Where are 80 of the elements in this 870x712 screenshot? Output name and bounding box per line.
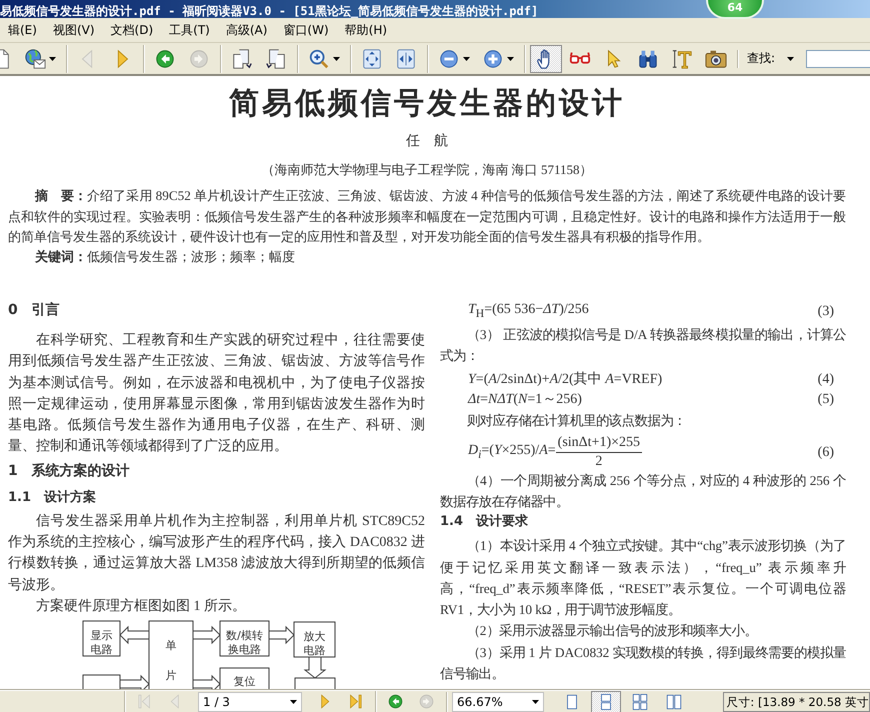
- caret-icon: [333, 56, 340, 60]
- body-paragraph: 方案硬件原理方框图如图 1 所示。: [35, 597, 247, 616]
- box-label: 电路: [304, 644, 326, 658]
- circle-arrow-right-icon: [188, 48, 210, 70]
- caret-icon: [49, 56, 56, 60]
- body-paragraph: 则对应存储在计算机里的该点数据为：: [466, 412, 688, 430]
- caret-icon: [532, 700, 539, 704]
- body-paragraph: 在科学研究、工程教育和生产实践的研究过程中，往往需要使用到低频信号发生器产生正弦波、三角波、锯齿波、方波等信号作为基本测试信号。例如，在示波器和电视机中，为了使电子仪器按照一定规律运动，使用屏幕显示图像，常用到锯齿波发生器作为时基电路。低频信号发生器作为通用电子仪器，在生产、科研、测量、控制和通讯等领域都得到了广泛的应用。: [8, 331, 425, 456]
- hollow-arrow: [192, 626, 221, 644]
- menu-item[interactable]: 文档(D): [102, 20, 162, 40]
- caret-icon: [507, 56, 514, 60]
- author-affiliation: （海南师范大学物理与电子工程学院，海南 海口 571158）: [260, 161, 594, 179]
- body-paragraph: 信号发生器采用单片机作为主控制器，利用单片机 STC89C52 作为系统的主控核心，编写波形产生的程序代码，接入 DAC0832 进行模数转换，通过运算放大器 LM358 滤波放大得到所期望的低频信号波形。: [8, 512, 425, 595]
- box-label: 片: [166, 669, 176, 682]
- first-page-icon: [136, 693, 153, 710]
- box-label: 换电路: [228, 643, 261, 656]
- caret-icon: [290, 700, 297, 704]
- fit-width-icon: [395, 48, 417, 70]
- box-label: 复位: [234, 675, 256, 688]
- diagram-box: [220, 620, 270, 657]
- pages-icon: [265, 48, 287, 70]
- magnifier-icon: [308, 48, 330, 70]
- fraction-denominator: 2: [595, 453, 602, 472]
- hollow-arrow: [304, 656, 326, 679]
- document-title: 简易低频信号发生器的设计: [228, 86, 626, 122]
- caret-icon: [787, 56, 794, 60]
- minus-circle-icon: [438, 48, 460, 70]
- box-label: 电路: [90, 643, 112, 656]
- plus-circle-icon: [482, 48, 504, 70]
- equation: T$_{H}$=(65 536−ΔT)/256: [468, 301, 589, 322]
- menu-item[interactable]: 视图(V): [44, 20, 103, 40]
- circle-arrow-left-icon: [154, 48, 176, 70]
- equation-number: (6): [818, 444, 834, 462]
- menu-item[interactable]: 高级(A): [218, 20, 276, 40]
- box-label: 放大: [304, 630, 326, 644]
- menu-item[interactable]: 窗口(W): [275, 20, 337, 40]
- abstract-paragraph: 摘 要：介绍了采用 89C52 单片机设计产生正弦波、三角波、锯齿波、方波 4 种信号的低频信号发生器的方法，阐述了系统硬件电路的设计要点和软件的实现过程。实验表明：低频信号发生器产生的各种波形频率和幅度在一定范围内可调，且稳定性好。设计的电路和操作方法适用于一般的简单信号发生器的系统设计，硬件设计也有一定的应用性和普及型，对开发功能全面的信号发生器具有积极的指导作用。: [8, 187, 846, 246]
- page-number-field[interactable]: 1 / 3: [198, 692, 302, 712]
- equation: Δt=NΔT(N=1～256): [468, 391, 582, 410]
- equation-number: (3): [818, 302, 834, 321]
- body-paragraph: （3）采用 1 片 DAC0832 实现数模的转换，得到最终需要的模拟量信号输出。: [440, 644, 846, 684]
- count-badge: 64: [706, 0, 764, 19]
- menu-item[interactable]: 辑(E): [0, 20, 45, 40]
- box-label: 数/模转: [226, 629, 263, 642]
- body-paragraph: （4）一个周期被分离成 256 个等分点，对应的 4 种波形的 256 个数据存放在存储器中。: [440, 472, 846, 511]
- box-label: 单: [166, 639, 176, 652]
- keywords-line: 关键词：低频信号发生器；波形；频率；幅度: [34, 248, 296, 267]
- subsection-heading: 1.1 设计方案: [8, 488, 98, 507]
- hollow-arrow: [268, 626, 295, 644]
- body-paragraph: （2）采用示波器显示输出信号的波形和频率大小。: [466, 622, 758, 640]
- author-name: 任 航: [405, 132, 449, 151]
- hand-button[interactable]: [530, 44, 562, 72]
- box-label: 显示: [90, 629, 112, 642]
- subsection-heading: 1.4 设计要求: [440, 513, 530, 532]
- hollow-arrow: [119, 626, 150, 644]
- section-heading: 0 引言: [8, 300, 61, 320]
- globe-envelope-icon: [24, 48, 46, 70]
- equation-number: (4): [818, 371, 834, 390]
- caret-icon: [463, 56, 470, 60]
- text-cursor-icon: [671, 48, 693, 70]
- pages-icon: [231, 48, 253, 70]
- continuous-layout-button[interactable]: [591, 691, 621, 712]
- section-heading: 1 系统方案的设计: [8, 462, 131, 481]
- fit-page-icon: [361, 48, 383, 70]
- window-title: 易低频信号发生器的设计.pdf - 福昕阅读器V3.0 - [51黑论坛_简易低频信号发生器的设计.pdf]: [0, 3, 538, 20]
- body-paragraph: （3） 正弦波的模拟信号是 D/A 转换器最终模拟量的输出，计算公式为：: [440, 326, 846, 366]
- circle-arrow-right-icon: [418, 693, 435, 710]
- equation-number: (5): [818, 391, 834, 410]
- equation: D$_{i}$=(Y×255)/A=: [468, 442, 556, 463]
- zoom-field[interactable]: 66.67%: [452, 692, 544, 712]
- diagram-box: [294, 622, 336, 658]
- fraction-numerator: (sinΔt+1)×255: [556, 434, 642, 454]
- find-label: 查找:: [746, 50, 776, 67]
- equation: Y=(A/2sinΔt)+A/2(其中 A=VREF): [468, 370, 662, 390]
- diagram-box: [82, 620, 120, 657]
- menu-item[interactable]: 帮助(H): [336, 20, 396, 40]
- last-page-icon: [347, 693, 364, 710]
- page-size-readout: 尺寸: [13.89 * 20.58 英寸: [723, 692, 870, 712]
- body-paragraph: （1）本设计采用 4 个独立式按键。其中“chg”表示波形切换（为了便于记忆采用英文翻译一致表示法），“freq_u” 表示频率升高，“freq_d”表示频率降低，“RESET”表示复位。一个可调电位器 RV1，大小为 10 kΩ，用于调节波形幅度。: [440, 537, 846, 620]
- menu-item[interactable]: 工具(T): [161, 20, 218, 40]
